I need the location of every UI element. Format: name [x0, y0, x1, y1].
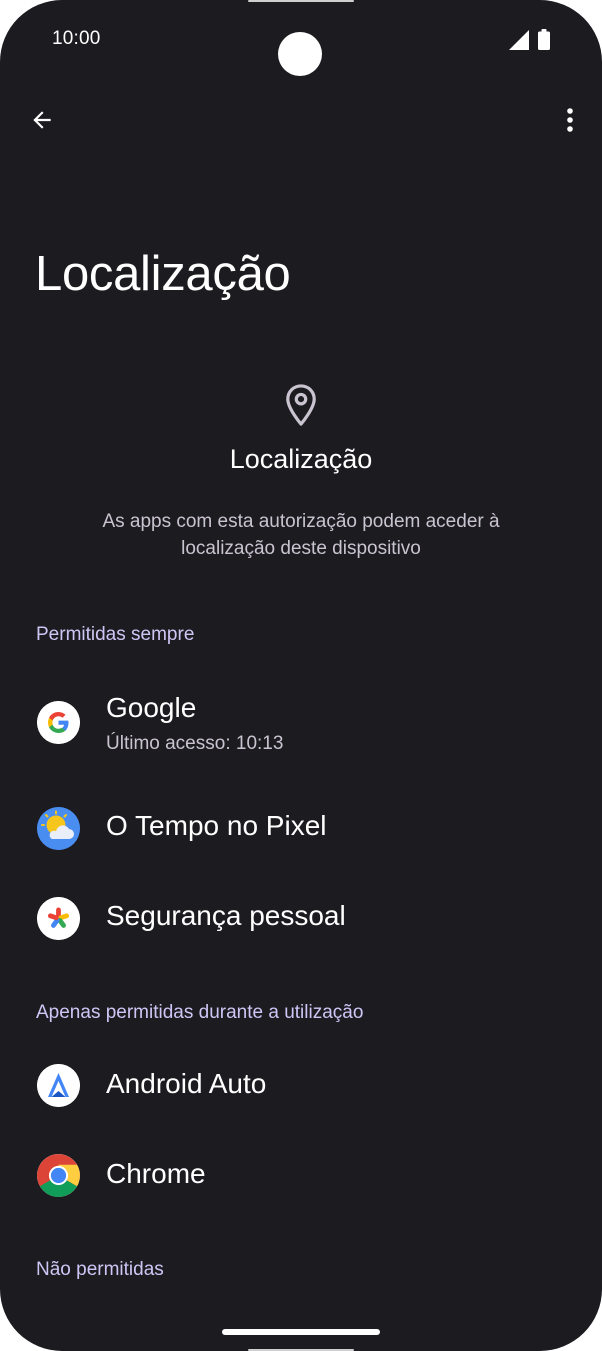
app-last-access: Último acesso: 10:13: [106, 733, 284, 754]
app-item-personal-safety[interactable]: Segurança pessoal: [0, 878, 602, 958]
page-title: Localização: [35, 247, 291, 301]
section-title-while-using: Apenas permitidas durante a utilização: [36, 1002, 364, 1023]
location-pin-icon: [286, 384, 316, 426]
personal-safety-star-icon: [37, 897, 80, 940]
weather-sun-cloud-icon: [37, 807, 80, 850]
app-item-google[interactable]: Google Último acesso: 10:13: [0, 682, 602, 762]
cell-signal-icon: [509, 30, 529, 50]
app-name: Android Auto: [106, 1068, 267, 1099]
arrow-back-icon: [33, 111, 51, 129]
google-g-icon: [37, 701, 80, 744]
app-name: O Tempo no Pixel: [106, 810, 327, 841]
more-vert-icon: [567, 108, 573, 132]
app-item-android-auto[interactable]: Android Auto: [0, 1045, 602, 1125]
battery-icon: [538, 29, 550, 50]
status-time: 10:00: [52, 28, 101, 49]
phone-screen: 10:00 Localização Localização As apps co…: [0, 0, 602, 1351]
app-item-chrome[interactable]: Chrome: [0, 1135, 602, 1215]
chrome-icon: [37, 1154, 80, 1197]
app-item-weather[interactable]: O Tempo no Pixel: [0, 790, 602, 870]
section-title-denied: Não permitidas: [36, 1259, 164, 1280]
app-name: Google: [106, 692, 197, 723]
section-title-always: Permitidas sempre: [36, 624, 195, 645]
phone-frame-top-edge: [248, 0, 354, 2]
more-options-button[interactable]: [552, 100, 588, 140]
header-description: As apps com esta autorização podem acede…: [102, 511, 500, 559]
navigation-handle[interactable]: [222, 1329, 380, 1335]
app-name: Segurança pessoal: [106, 900, 346, 931]
front-camera-cutout: [278, 32, 322, 76]
back-button[interactable]: [22, 100, 62, 140]
app-name: Chrome: [106, 1158, 206, 1189]
android-auto-icon: [37, 1064, 80, 1107]
header-title: Localização: [229, 444, 373, 474]
